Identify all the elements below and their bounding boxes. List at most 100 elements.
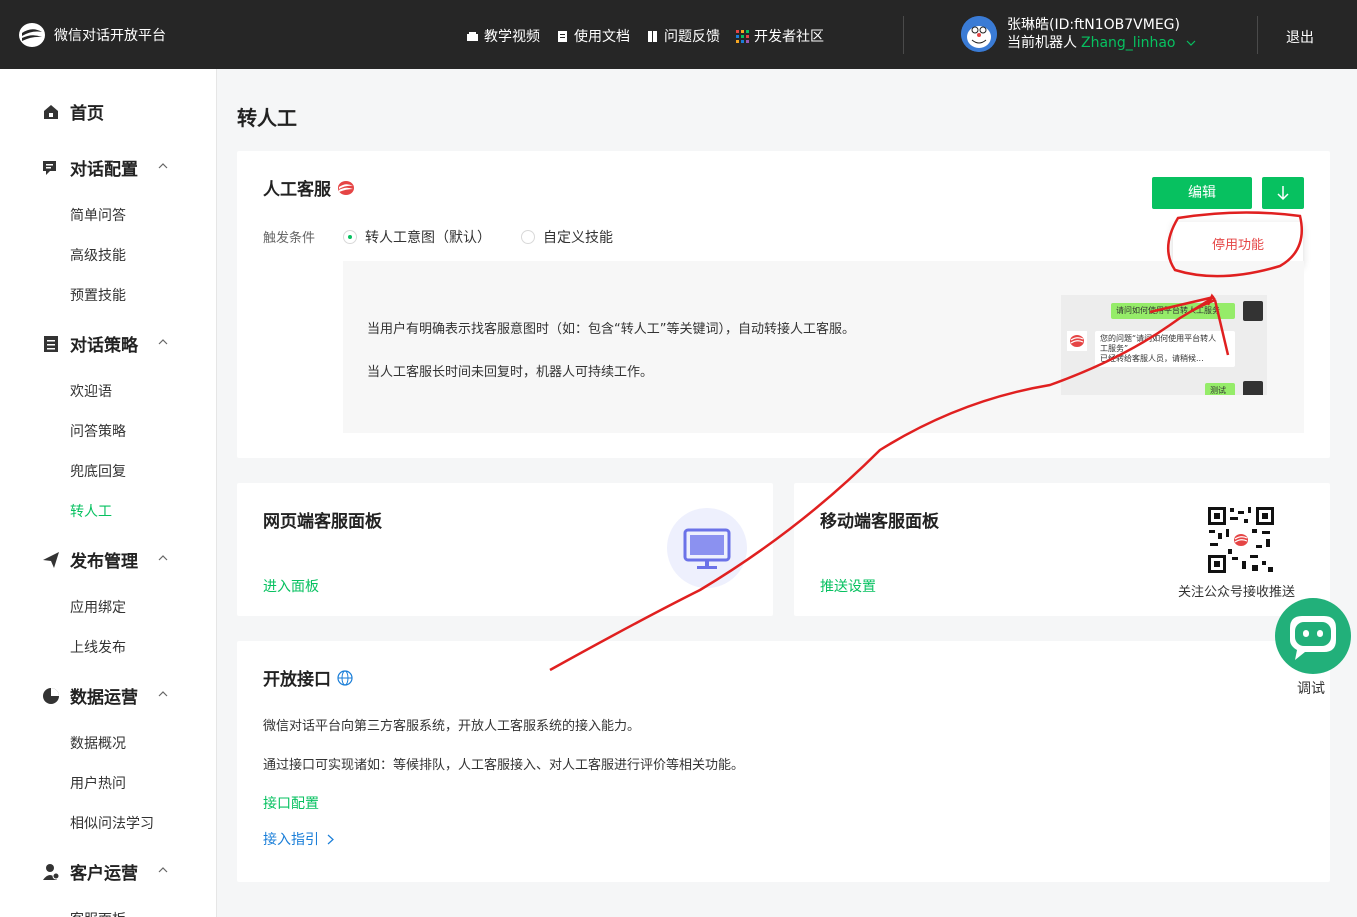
nav-label: 问题反馈 xyxy=(664,29,720,45)
sidebar-group-label: 客户运营 xyxy=(70,864,138,884)
sidebar-item-qa-strategy[interactable]: 问答策略 xyxy=(70,421,126,441)
logout-button[interactable]: 退出 xyxy=(1286,27,1314,47)
top-bar: 微信对话开放平台 教学视频 使用文档 问题反馈 开发者社区 张琳皓(ID:ftN… xyxy=(0,0,1357,69)
sidebar: 首页 对话配置 简单问答 高级技能 预置技能 对话策略 欢迎语 问答策略 兜底回… xyxy=(0,69,217,917)
radio-label: 自定义技能 xyxy=(543,230,613,246)
avatar-image-icon xyxy=(961,16,997,52)
preview-bot-line: 您的问题“请问如何使用平台转人 xyxy=(1100,334,1217,343)
chevron-up-icon[interactable] xyxy=(158,161,168,171)
radio-default-intent[interactable]: 转人工意图（默认） xyxy=(343,227,491,247)
sidebar-item-service-panel[interactable]: 客服面板 xyxy=(70,909,126,917)
open-api-title: 开放接口 xyxy=(263,665,353,690)
chevron-up-icon[interactable] xyxy=(158,865,168,875)
user-text: 张琳皓(ID:ftN1OB7VMEG) 当前机器人 Zhang_linhao xyxy=(1007,16,1196,52)
trigger-label: 触发条件 xyxy=(263,231,316,246)
sidebar-item-data-overview[interactable]: 数据概况 xyxy=(70,733,126,753)
radio-unchecked-icon xyxy=(521,230,535,244)
push-settings-link[interactable]: 推送设置 xyxy=(820,576,876,596)
chevron-up-icon[interactable] xyxy=(158,553,168,563)
disable-feature-item[interactable]: 停用功能 xyxy=(1173,234,1303,253)
open-api-desc: 微信对话平台向第三方客服系统，开放人工客服系统的接入能力。 xyxy=(263,719,641,734)
web-panel-title: 网页端客服面板 xyxy=(263,512,382,532)
brand[interactable]: 微信对话开放平台 xyxy=(18,22,166,48)
sidebar-item-transfer-human[interactable]: 转人工 xyxy=(70,501,112,521)
preview-bot-line: 工服务” xyxy=(1100,344,1129,353)
api-config-link[interactable]: 接口配置 xyxy=(263,793,319,813)
publish-icon xyxy=(43,551,59,568)
robot-icon xyxy=(1290,616,1336,660)
radio-label: 转人工意图（默认） xyxy=(365,230,491,246)
community-icon xyxy=(736,29,749,43)
nav-label: 开发者社区 xyxy=(754,29,824,45)
monitor-icon xyxy=(683,528,731,569)
chevron-down-icon xyxy=(1186,40,1196,46)
card-title-text: 人工客服 xyxy=(263,180,331,200)
monitor-illustration xyxy=(667,508,747,588)
sidebar-group-chat-config[interactable]: 对话配置 xyxy=(42,155,138,180)
user-info[interactable]: 张琳皓(ID:ftN1OB7VMEG) 当前机器人 Zhang_linhao xyxy=(961,16,1196,52)
chevron-up-icon[interactable] xyxy=(158,337,168,347)
preview-bot-avatar-icon xyxy=(1067,331,1087,351)
preview-bot-message: 您的问题“请问如何使用平台转人 工服务” 已经转给客服人员，请稍候... xyxy=(1095,331,1235,367)
top-nav: 教学视频 使用文档 问题反馈 开发者社区 xyxy=(466,26,824,46)
sidebar-item-similar-learning[interactable]: 相似问法学习 xyxy=(70,813,154,833)
edit-button[interactable]: 编辑 xyxy=(1152,177,1252,209)
feedback-icon xyxy=(648,30,657,42)
data-icon xyxy=(43,687,59,704)
page-title: 转人工 xyxy=(237,106,297,130)
more-dropdown: 停用功能 xyxy=(1173,222,1303,266)
debug-button[interactable] xyxy=(1275,598,1351,674)
sidebar-item-welcome[interactable]: 欢迎语 xyxy=(70,381,112,401)
preview-user-avatar xyxy=(1243,301,1263,321)
current-bot[interactable]: 当前机器人 Zhang_linhao xyxy=(1007,34,1196,52)
globe-icon xyxy=(337,669,353,686)
qr-code-icon xyxy=(1206,505,1276,575)
sidebar-item-preset-skill[interactable]: 预置技能 xyxy=(70,285,126,305)
preview-bot-line: 已经转给客服人员，请稍候... xyxy=(1100,354,1204,363)
user-name: 张琳皓(ID:ftN1OB7VMEG) xyxy=(1007,17,1180,33)
chevron-right-icon xyxy=(327,834,334,844)
nav-community[interactable]: 开发者社区 xyxy=(736,26,824,46)
nav-feedback[interactable]: 问题反馈 xyxy=(646,26,720,46)
sidebar-group-publish[interactable]: 发布管理 xyxy=(42,547,138,572)
mobile-panel-title: 移动端客服面板 xyxy=(820,512,939,532)
enter-panel-link[interactable]: 进入面板 xyxy=(263,576,319,596)
human-service-title: 人工客服 xyxy=(263,175,355,200)
radio-custom-skill[interactable]: 自定义技能 xyxy=(521,227,613,247)
sidebar-group-strategy[interactable]: 对话策略 xyxy=(42,331,138,356)
card-title-text: 开放接口 xyxy=(263,670,331,690)
nav-label: 教学视频 xyxy=(484,29,540,45)
brand-logo-icon xyxy=(19,23,45,47)
sidebar-item-go-live[interactable]: 上线发布 xyxy=(70,637,126,657)
video-icon xyxy=(467,31,478,41)
preview-test-message: 测试 xyxy=(1205,383,1235,395)
access-guide-link[interactable]: 接入指引 xyxy=(263,829,334,849)
arrow-down-icon xyxy=(1277,186,1289,201)
sidebar-group-label: 数据运营 xyxy=(70,688,138,708)
sidebar-group-customer[interactable]: 客户运营 xyxy=(42,859,138,884)
sidebar-item-home[interactable]: 首页 xyxy=(42,99,104,124)
customer-icon xyxy=(43,863,60,880)
document-icon xyxy=(558,30,567,42)
avatar xyxy=(961,16,997,52)
bot-name: Zhang_linhao xyxy=(1081,35,1176,51)
sidebar-item-simple-qa[interactable]: 简单问答 xyxy=(70,205,126,225)
sidebar-item-fallback[interactable]: 兜底回复 xyxy=(70,461,126,481)
chevron-up-icon[interactable] xyxy=(158,689,168,699)
current-bot-label: 当前机器人 xyxy=(1007,35,1077,51)
sidebar-item-advanced-skill[interactable]: 高级技能 xyxy=(70,245,126,265)
sidebar-item-hot-questions[interactable]: 用户热问 xyxy=(70,773,126,793)
more-button[interactable] xyxy=(1262,177,1304,209)
nav-label: 使用文档 xyxy=(574,29,630,45)
preview-user-message: 请问如何使用平台转人工服务 xyxy=(1111,303,1235,319)
sidebar-group-label: 发布管理 xyxy=(70,552,138,572)
sidebar-group-data[interactable]: 数据运营 xyxy=(42,683,138,708)
nav-tutorial-video[interactable]: 教学视频 xyxy=(466,26,540,46)
sidebar-group-label: 首页 xyxy=(70,104,104,124)
sidebar-item-app-binding[interactable]: 应用绑定 xyxy=(70,597,126,617)
description-line: 当用户有明确表示找客服意图时（如：包含“转人工”等关键词），自动转接人工客服。 xyxy=(367,322,855,337)
chat-config-icon xyxy=(43,160,56,175)
preview-user-avatar xyxy=(1243,381,1263,395)
brand-logo-icon xyxy=(338,180,354,195)
nav-docs[interactable]: 使用文档 xyxy=(556,26,630,46)
